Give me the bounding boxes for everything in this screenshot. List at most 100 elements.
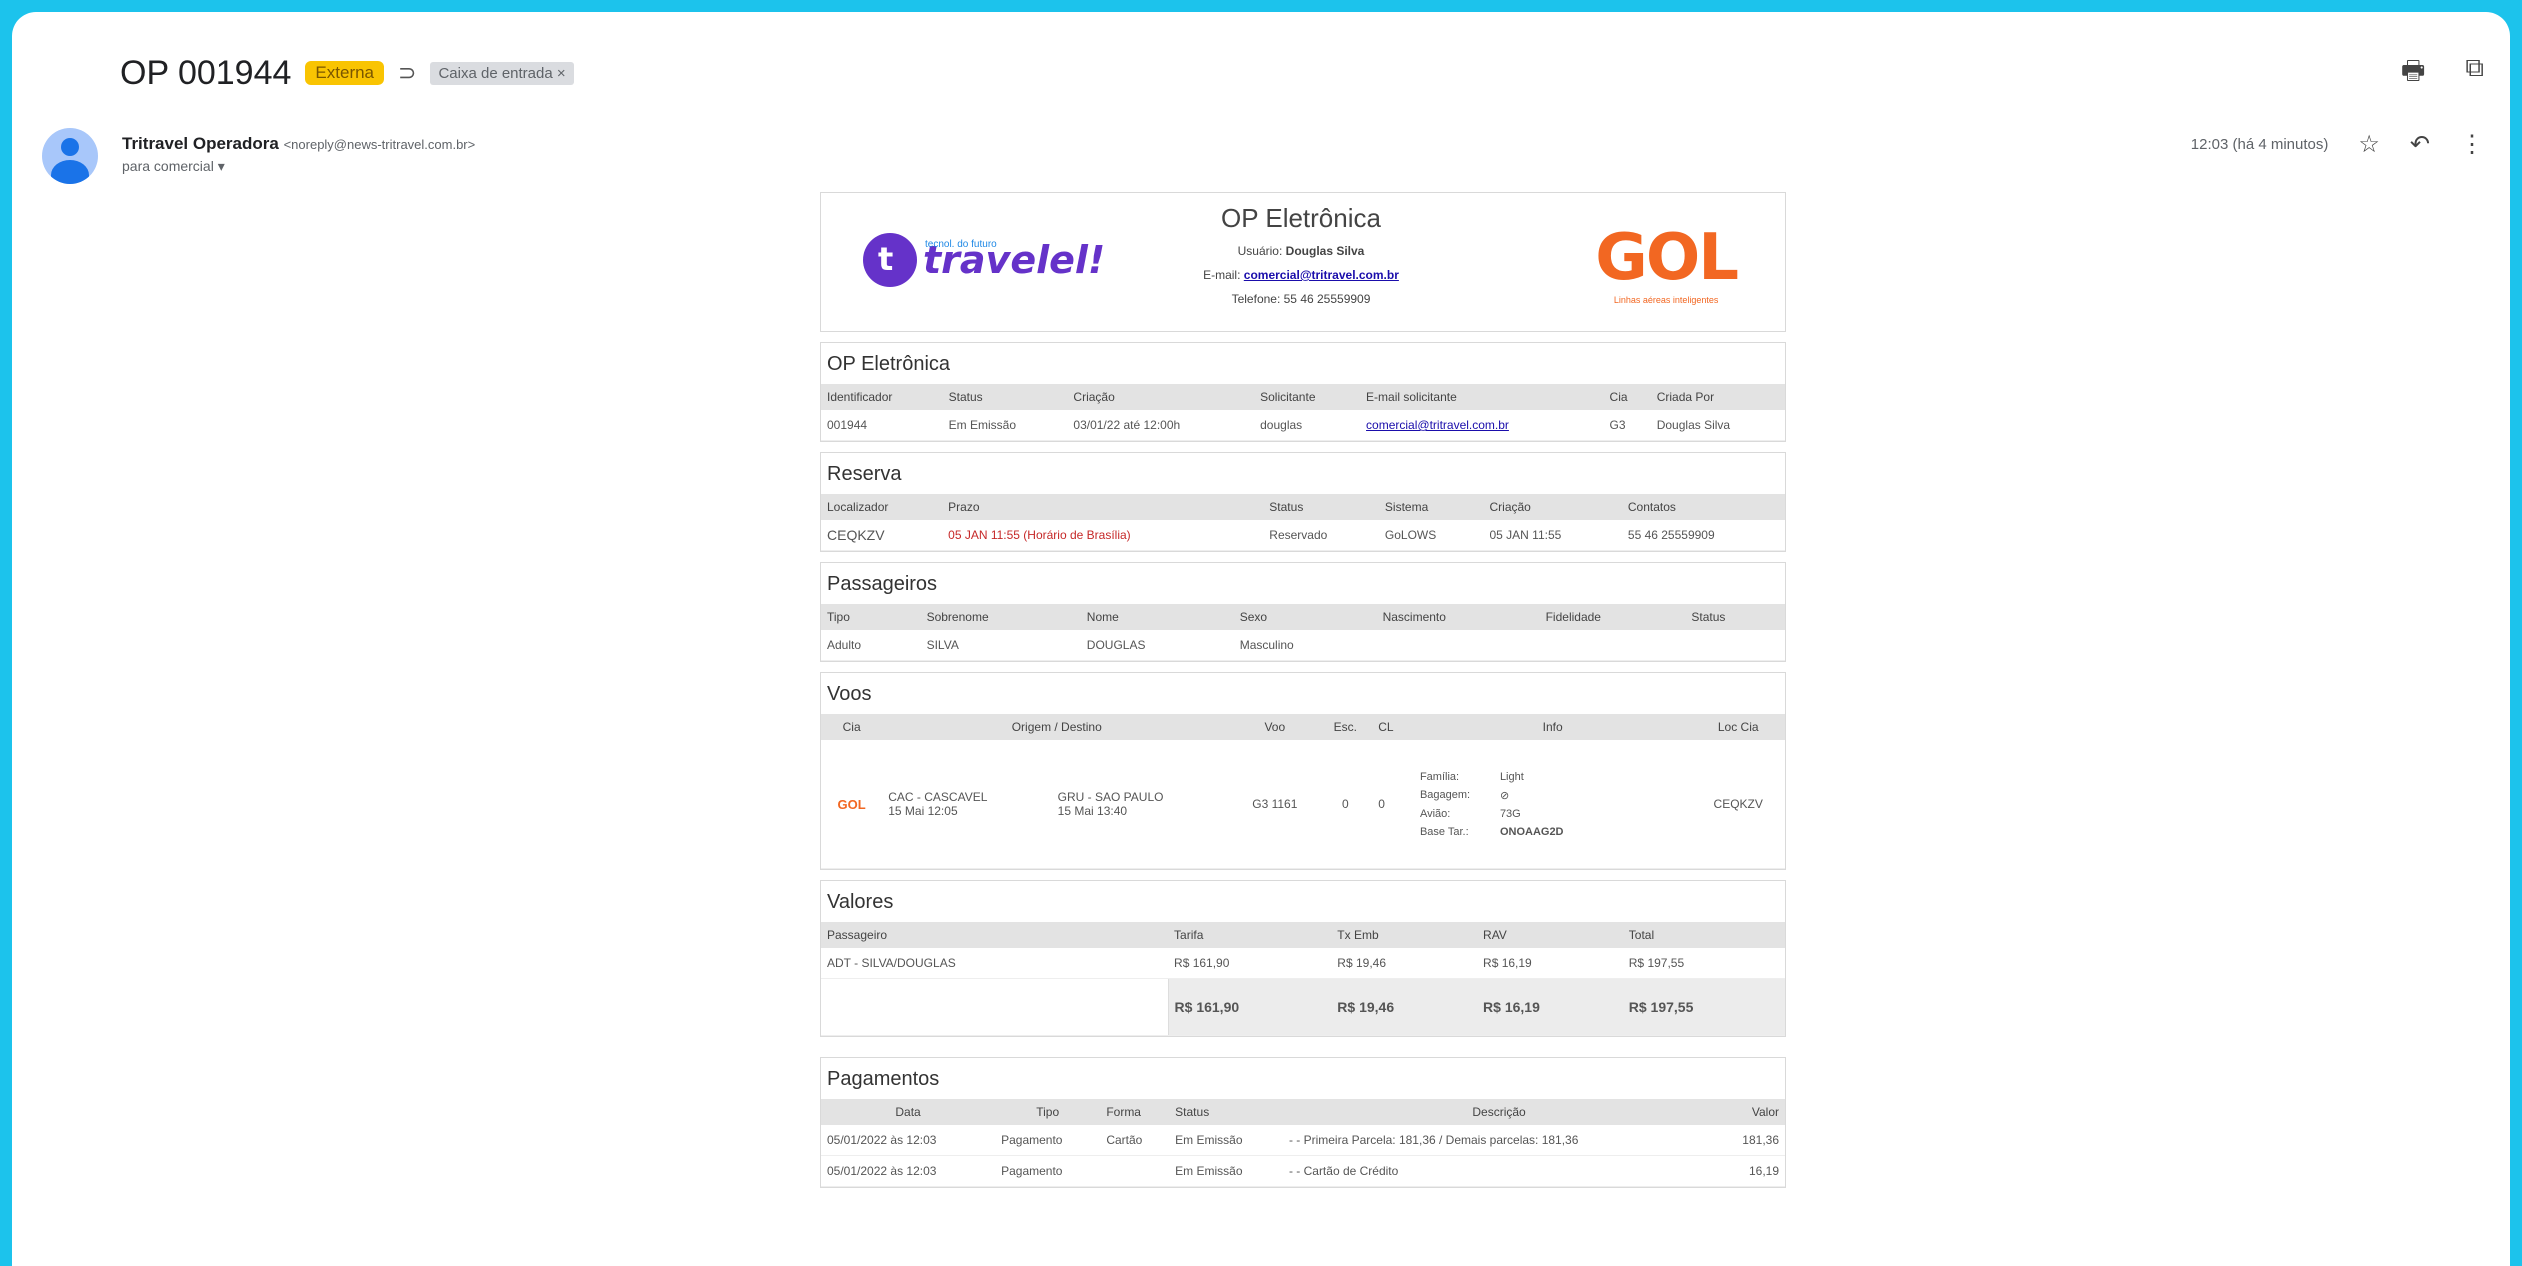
table-cell: - - Primeira Parcela: 181,36 / Demais pa…: [1282, 1125, 1716, 1156]
table-cell: douglas: [1254, 410, 1361, 441]
column-header: Status: [1263, 494, 1379, 520]
table-cell: 03/01/22 até 12:00h: [1067, 410, 1255, 441]
gol-logo: GOL Linhas aéreas inteligentes: [1595, 221, 1739, 305]
gol-mini-logo: GOL: [837, 796, 866, 812]
table-row: Identificador Status Criação Solicitante E-m…: [821, 384, 1785, 410]
table-cell: DOUGLAS: [1080, 630, 1234, 661]
column-header: Criada Por: [1650, 384, 1785, 410]
table-row: Tipo Sobrenome Nome Sexo Nascimento Fidelidad…: [821, 604, 1785, 630]
subject-bar: OP 001944 Externa ⊃ Caixa de entrada ×: [120, 48, 574, 98]
inbox-chip[interactable]: Caixa de entrada ×: [430, 61, 574, 85]
header-user: Douglas Silva: [1285, 244, 1365, 258]
column-header: Status: [1169, 1099, 1283, 1125]
header-title: OP Eletrônica: [1221, 203, 1381, 233]
column-header: Contatos: [1621, 494, 1785, 520]
op-table: Identificador Status Criação Solicitante E-m…: [821, 384, 1785, 441]
column-header: Criação: [1067, 384, 1255, 410]
table-cell: R$ 19,46: [1331, 948, 1478, 979]
table-cell: R$ 197,55: [1622, 978, 1785, 1036]
table-cell: 181,36: [1715, 1125, 1785, 1156]
table-cell: GoLOWS: [1378, 520, 1484, 551]
table-cell: comercial@tritravel.com.br: [1360, 410, 1604, 441]
valores-table: Passageiro Tarifa Tx Emb RAV Total ADT - SIL…: [821, 922, 1785, 1036]
column-header: Solicitante: [1254, 384, 1361, 410]
passageiros-section: Passageiros Tipo Sobrenome Nome Sexo Nascime…: [820, 562, 1786, 662]
label-icon[interactable]: ⊃: [398, 60, 416, 86]
table-cell: R$ 19,46: [1331, 978, 1478, 1036]
table-cell: R$ 197,55: [1622, 948, 1785, 979]
column-header: Status: [1685, 604, 1785, 630]
section-title: Voos: [827, 683, 872, 705]
table-cell: Família: Light Bagagem: ⊘ Avião: 73G Base T…: [1413, 740, 1692, 869]
column-header: RAV: [1477, 922, 1623, 948]
header-info: OP Eletrônica Usuário: Douglas Silva E-m…: [1141, 193, 1461, 306]
table-row: GOL CAC - CASCAVEL 15 Mai 12:05 GRU - SAO…: [821, 740, 1785, 869]
table-cell: Em Emissão: [1169, 1155, 1283, 1187]
open-in-new-icon[interactable]: ⧉: [2465, 52, 2484, 96]
pagamentos-section: Pagamentos Data Tipo Forma Status Descrição V…: [820, 1057, 1786, 1188]
solicitante-email-link[interactable]: comercial@tritravel.com.br: [1366, 418, 1509, 432]
table-row: Cia Origem / Destino Voo Esc. CL Info Loc Cia: [821, 714, 1785, 740]
recipient-dropdown[interactable]: para comercial ▾: [122, 158, 225, 175]
table-cell: Masculino: [1233, 630, 1377, 661]
header-email-link[interactable]: comercial@tritravel.com.br: [1244, 268, 1399, 282]
no-bag-icon: ⊘: [1499, 789, 1510, 802]
passageiros-table: Tipo Sobrenome Nome Sexo Nascimento Fidelidad…: [821, 604, 1785, 661]
table-cell: 55 46 25559909: [1621, 520, 1785, 551]
table-cell: R$ 16,19: [1477, 978, 1623, 1036]
section-title: Pagamentos: [827, 1068, 940, 1090]
top-actions: 🖶 ⧉: [2401, 52, 2484, 96]
star-icon[interactable]: ☆: [2358, 130, 2380, 159]
pagamentos-table: Data Tipo Forma Status Descrição Valor 05/01/…: [821, 1099, 1785, 1187]
op-section: OP Eletrônica Identificador Status Criação…: [820, 342, 1786, 442]
column-header: Loc Cia: [1691, 714, 1785, 740]
table-cell: R$ 161,90: [1168, 978, 1332, 1036]
message-time: 12:03 (há 4 minutos): [2190, 136, 2329, 153]
section-title: Passageiros: [827, 573, 938, 595]
column-header: Total: [1622, 922, 1785, 948]
column-header: CL: [1372, 714, 1414, 740]
email-subject: OP 001944: [120, 53, 292, 92]
more-vert-icon[interactable]: ⋮: [2460, 130, 2484, 159]
column-header: Nascimento: [1376, 604, 1540, 630]
op-header: t travelel! tecnol. do futuro OP Eletrôn…: [820, 192, 1786, 332]
table-cell: 05/01/2022 às 12:03: [821, 1125, 996, 1156]
avatar: [42, 128, 98, 184]
table-cell: Pagamento: [995, 1155, 1101, 1187]
voos-table: Cia Origem / Destino Voo Esc. CL Info Loc Cia …: [821, 714, 1785, 869]
table-row: ADT - SILVA/DOUGLAS R$ 161,90 R$ 19,46 R$ 1…: [821, 948, 1785, 979]
table-cell: Douglas Silva: [1650, 410, 1785, 441]
table-cell: Adulto: [821, 630, 921, 661]
column-header: Criação: [1483, 494, 1622, 520]
column-header: Fidelidade: [1539, 604, 1686, 630]
column-header: E-mail solicitante: [1360, 384, 1604, 410]
column-header: Valor: [1715, 1099, 1785, 1125]
reply-icon[interactable]: ↶: [2410, 130, 2430, 159]
column-header: Identificador: [821, 384, 943, 410]
section-title: OP Eletrônica: [827, 353, 951, 375]
column-header: Forma: [1100, 1099, 1170, 1125]
table-cell: [1539, 630, 1686, 661]
column-header: Esc.: [1318, 714, 1373, 740]
table-cell: [1100, 1155, 1170, 1187]
print-icon[interactable]: 🖶: [2401, 52, 2426, 96]
column-header: Info: [1413, 714, 1692, 740]
table-row: Data Tipo Forma Status Descrição Valor: [821, 1099, 1785, 1125]
column-header: Passageiro: [821, 922, 1169, 948]
table-cell: R$ 16,19: [1477, 948, 1623, 979]
table-cell: R$ 161,90: [1168, 948, 1332, 979]
table-cell: [1376, 630, 1540, 661]
table-cell: 0: [1318, 740, 1373, 869]
reserva-section: Reserva Localizador Prazo Status Sistema Cri…: [820, 452, 1786, 552]
column-header: Sobrenome: [920, 604, 1081, 630]
table-cell: Em Emissão: [1169, 1125, 1283, 1156]
reserva-table: Localizador Prazo Status Sistema Criação Cont…: [821, 494, 1785, 551]
sender-line: Tritravel Operadora <noreply@news-tritra…: [122, 134, 475, 154]
flight-info: Família: Light Bagagem: ⊘ Avião: 73G Base T…: [1420, 771, 1685, 838]
table-cell: [821, 978, 1169, 1036]
table-cell: ADT - SILVA/DOUGLAS: [821, 948, 1169, 979]
section-title: Valores: [827, 891, 894, 913]
table-cell: - - Cartão de Crédito: [1282, 1155, 1716, 1187]
column-header: Prazo: [942, 494, 1264, 520]
table-cell: 05/01/2022 às 12:03: [821, 1155, 996, 1187]
